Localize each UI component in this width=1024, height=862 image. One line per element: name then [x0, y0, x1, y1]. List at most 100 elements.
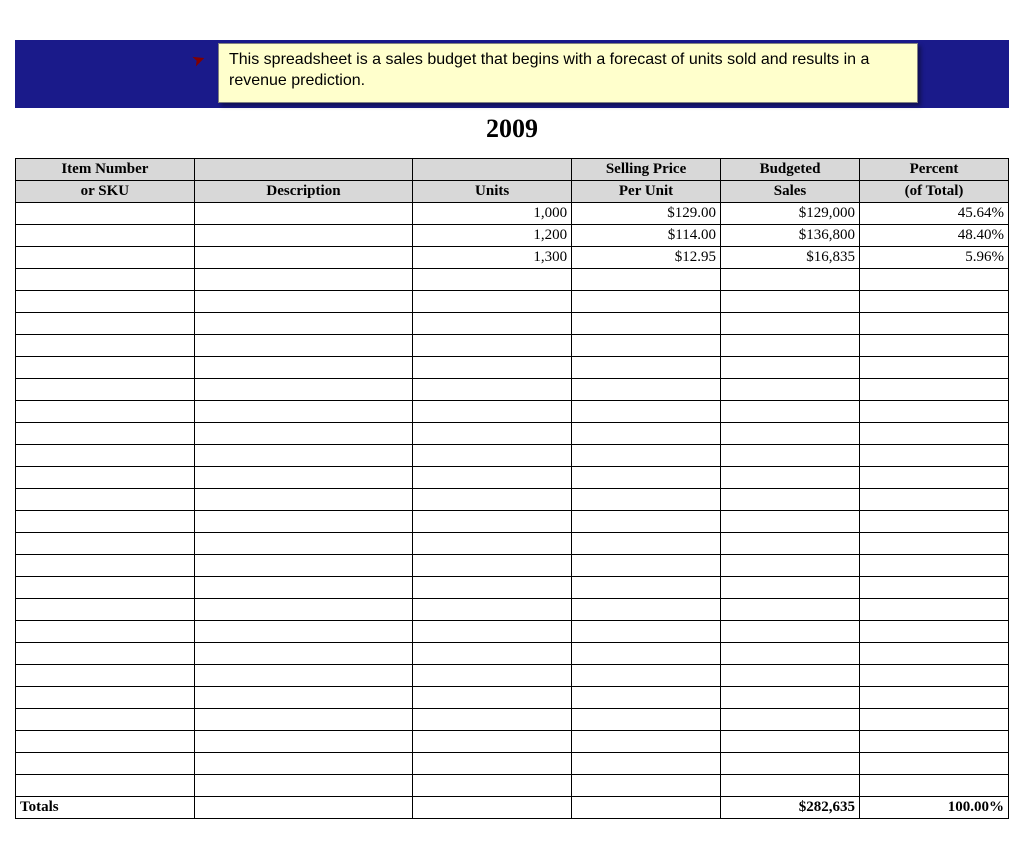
cell-price[interactable]: [572, 511, 721, 533]
cell-pct[interactable]: [860, 445, 1009, 467]
cell-units[interactable]: [413, 445, 572, 467]
cell-desc[interactable]: [194, 467, 412, 489]
cell-price[interactable]: [572, 643, 721, 665]
cell-sales[interactable]: [721, 775, 860, 797]
table-row[interactable]: [16, 599, 1009, 621]
cell-pct[interactable]: [860, 577, 1009, 599]
cell-sku[interactable]: [16, 533, 195, 555]
cell-sku[interactable]: [16, 709, 195, 731]
cell-sku[interactable]: [16, 335, 195, 357]
table-row[interactable]: [16, 775, 1009, 797]
table-row[interactable]: [16, 445, 1009, 467]
cell-units[interactable]: [413, 401, 572, 423]
cell-units[interactable]: [413, 269, 572, 291]
cell-sales[interactable]: [721, 379, 860, 401]
cell-units[interactable]: [413, 357, 572, 379]
cell-price[interactable]: $114.00: [572, 225, 721, 247]
cell-desc[interactable]: [194, 379, 412, 401]
cell-pct[interactable]: [860, 709, 1009, 731]
cell-desc[interactable]: [194, 511, 412, 533]
table-row[interactable]: [16, 555, 1009, 577]
cell-price[interactable]: [572, 379, 721, 401]
table-row[interactable]: 1,200$114.00$136,80048.40%: [16, 225, 1009, 247]
cell-sales[interactable]: [721, 643, 860, 665]
cell-units[interactable]: [413, 577, 572, 599]
cell-pct[interactable]: [860, 313, 1009, 335]
table-row[interactable]: [16, 709, 1009, 731]
cell-sales[interactable]: [721, 533, 860, 555]
cell-desc[interactable]: [194, 577, 412, 599]
cell-units[interactable]: 1,300: [413, 247, 572, 269]
cell-units[interactable]: [413, 533, 572, 555]
cell-price[interactable]: [572, 467, 721, 489]
cell-price[interactable]: [572, 401, 721, 423]
cell-sales[interactable]: [721, 731, 860, 753]
cell-desc[interactable]: [194, 291, 412, 313]
table-row[interactable]: [16, 731, 1009, 753]
cell-sku[interactable]: [16, 643, 195, 665]
table-row[interactable]: [16, 533, 1009, 555]
table-row[interactable]: [16, 467, 1009, 489]
cell-pct[interactable]: [860, 423, 1009, 445]
cell-desc[interactable]: [194, 775, 412, 797]
cell-pct[interactable]: [860, 753, 1009, 775]
cell-pct[interactable]: [860, 775, 1009, 797]
cell-pct[interactable]: [860, 291, 1009, 313]
cell-pct[interactable]: [860, 599, 1009, 621]
table-row[interactable]: [16, 291, 1009, 313]
cell-units[interactable]: [413, 379, 572, 401]
cell-price[interactable]: [572, 335, 721, 357]
cell-price[interactable]: [572, 599, 721, 621]
cell-sales[interactable]: [721, 599, 860, 621]
cell-sku[interactable]: [16, 269, 195, 291]
cell-pct[interactable]: 48.40%: [860, 225, 1009, 247]
cell-units[interactable]: [413, 621, 572, 643]
cell-desc[interactable]: [194, 247, 412, 269]
cell-pct[interactable]: [860, 269, 1009, 291]
table-row[interactable]: [16, 379, 1009, 401]
table-row[interactable]: [16, 687, 1009, 709]
cell-sku[interactable]: [16, 313, 195, 335]
cell-price[interactable]: [572, 753, 721, 775]
cell-units[interactable]: [413, 511, 572, 533]
cell-units[interactable]: [413, 709, 572, 731]
cell-pct[interactable]: [860, 665, 1009, 687]
cell-price[interactable]: [572, 687, 721, 709]
cell-units[interactable]: 1,000: [413, 203, 572, 225]
cell-desc[interactable]: [194, 357, 412, 379]
cell-price[interactable]: [572, 291, 721, 313]
cell-sku[interactable]: [16, 379, 195, 401]
cell-sku[interactable]: [16, 577, 195, 599]
cell-sales[interactable]: [721, 753, 860, 775]
table-row[interactable]: 1,300$12.95$16,8355.96%: [16, 247, 1009, 269]
cell-price[interactable]: [572, 445, 721, 467]
cell-sku[interactable]: [16, 423, 195, 445]
cell-sales[interactable]: [721, 401, 860, 423]
cell-desc[interactable]: [194, 269, 412, 291]
cell-sales[interactable]: [721, 291, 860, 313]
cell-desc[interactable]: [194, 225, 412, 247]
table-row[interactable]: [16, 577, 1009, 599]
cell-units[interactable]: [413, 489, 572, 511]
cell-sku[interactable]: [16, 599, 195, 621]
cell-pct[interactable]: [860, 555, 1009, 577]
cell-units[interactable]: [413, 335, 572, 357]
cell-sku[interactable]: [16, 775, 195, 797]
cell-desc[interactable]: [194, 709, 412, 731]
cell-sku[interactable]: [16, 357, 195, 379]
cell-units[interactable]: [413, 731, 572, 753]
cell-desc[interactable]: [194, 313, 412, 335]
cell-price[interactable]: [572, 775, 721, 797]
cell-desc[interactable]: [194, 665, 412, 687]
cell-desc[interactable]: [194, 401, 412, 423]
cell-units[interactable]: [413, 687, 572, 709]
cell-pct[interactable]: [860, 401, 1009, 423]
cell-sales[interactable]: [721, 335, 860, 357]
cell-units[interactable]: [413, 753, 572, 775]
cell-desc[interactable]: [194, 687, 412, 709]
cell-units[interactable]: 1,200: [413, 225, 572, 247]
table-row[interactable]: [16, 313, 1009, 335]
cell-desc[interactable]: [194, 555, 412, 577]
cell-price[interactable]: [572, 423, 721, 445]
cell-price[interactable]: [572, 577, 721, 599]
